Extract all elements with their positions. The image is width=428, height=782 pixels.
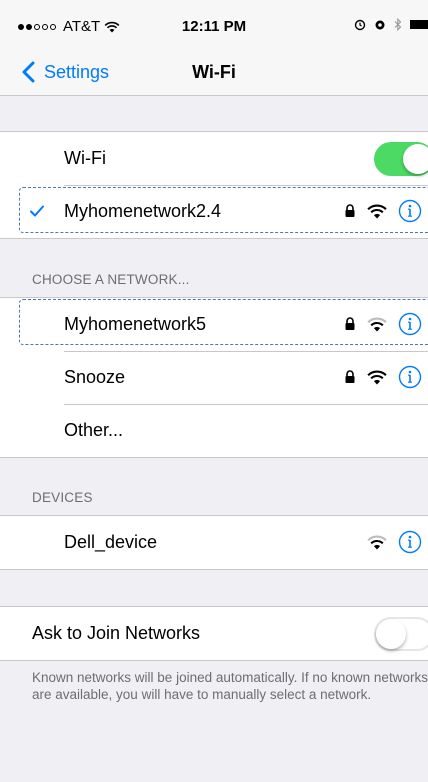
info-icon[interactable] xyxy=(398,199,422,223)
connected-network-name: Myhomenetwork2.4 xyxy=(64,201,222,221)
location-icon xyxy=(375,20,385,29)
network-accessory xyxy=(344,365,422,389)
connected-network-row[interactable]: Myhomenetwork2.4 xyxy=(0,185,428,238)
network-name: Myhomenetwork5 xyxy=(64,314,207,334)
section-header-choose-network: CHOOSE A NETWORK... xyxy=(32,272,190,287)
wifi-settings-screen: AT&T 12:11 PM Settings Wi-Fi Wi-Fi Myhom… xyxy=(0,0,428,782)
wifi-toggle-switch[interactable] xyxy=(374,142,428,176)
network-name: Snooze xyxy=(64,367,126,387)
bluetooth-icon xyxy=(394,18,402,31)
lock-icon xyxy=(345,204,355,217)
page-title: Wi-Fi xyxy=(192,62,236,82)
lock-icon xyxy=(345,317,355,330)
connected-network-accessory xyxy=(344,199,422,223)
devices-list: Dell_device xyxy=(0,515,428,570)
alarm-icon xyxy=(354,19,366,30)
device-name: Dell_device xyxy=(64,532,158,552)
info-icon[interactable] xyxy=(398,365,422,389)
ask-to-join-note: Known networks will be joined automatica… xyxy=(32,670,428,702)
navigation-bar: Settings Wi-Fi xyxy=(0,52,428,96)
ask-to-join-label: Ask to Join Networks xyxy=(32,623,201,643)
network-row-snooze[interactable]: Snooze xyxy=(0,351,428,404)
ask-to-join-group: Ask to Join Networks xyxy=(0,606,428,661)
wifi-toggle-label: Wi-Fi xyxy=(64,148,106,168)
networks-list: Myhomenetwork5 Snooze Other... xyxy=(0,297,428,458)
wifi-icon xyxy=(367,317,387,332)
ask-to-join-row: Ask to Join Networks xyxy=(0,607,428,660)
network-row-other[interactable]: Other... xyxy=(0,404,428,457)
device-row-dell-device[interactable]: Dell_device xyxy=(0,516,428,569)
info-icon[interactable] xyxy=(398,312,422,336)
status-bar: AT&T 12:11 PM xyxy=(0,0,428,52)
network-accessory xyxy=(344,312,422,336)
wifi-group: Wi-Fi Myhomenetwork2.4 xyxy=(0,131,428,239)
wifi-icon xyxy=(367,535,387,550)
battery-icon xyxy=(410,20,428,29)
section-header-devices: DEVICES xyxy=(32,490,93,505)
info-icon[interactable] xyxy=(398,530,422,554)
network-name: Other... xyxy=(64,420,124,440)
lock-icon xyxy=(345,370,355,383)
status-right xyxy=(354,18,428,31)
checkmark-icon xyxy=(30,205,44,217)
ask-to-join-toggle[interactable] xyxy=(374,617,428,651)
wifi-toggle-row: Wi-Fi xyxy=(0,132,428,185)
device-accessory xyxy=(366,530,422,554)
wifi-icon xyxy=(367,370,387,385)
network-row-myhomenetwork5[interactable]: Myhomenetwork5 xyxy=(0,298,428,351)
wifi-icon xyxy=(367,204,387,219)
